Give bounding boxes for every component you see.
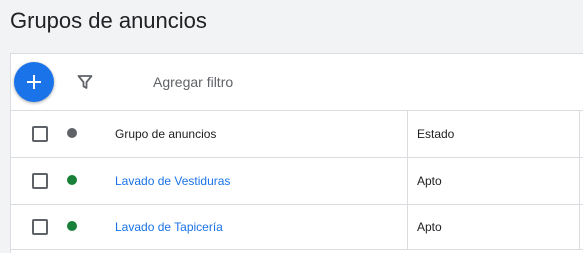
- ad-group-link[interactable]: Lavado de Tapicería: [115, 219, 223, 235]
- ad-group-status: Apto: [417, 220, 442, 234]
- status-ok-dot-icon: [67, 221, 77, 231]
- column-divider: [407, 158, 408, 204]
- status-ok-dot-icon: [67, 175, 77, 185]
- ad-group-status: Apto: [417, 174, 442, 188]
- ad-groups-card: Agregar filtro Grupo de anuncios Estado …: [10, 53, 583, 253]
- column-divider: [407, 205, 408, 249]
- column-header-status[interactable]: Estado: [417, 126, 454, 142]
- row-checkbox[interactable]: [32, 173, 48, 189]
- table-toolbar: Agregar filtro: [11, 54, 583, 111]
- select-all-checkbox[interactable]: [32, 126, 48, 142]
- column-header-ad-group[interactable]: Grupo de anuncios: [115, 126, 216, 142]
- column-divider: [579, 158, 580, 204]
- add-ad-group-button[interactable]: [14, 62, 54, 102]
- column-divider: [579, 205, 580, 249]
- plus-icon: [27, 75, 41, 89]
- add-filter-input[interactable]: Agregar filtro: [153, 73, 233, 91]
- row-checkbox[interactable]: [32, 219, 48, 235]
- table-row: Lavado de Vestiduras Apto: [11, 158, 583, 205]
- column-divider: [407, 111, 408, 157]
- table-header-row: Grupo de anuncios Estado: [11, 111, 583, 158]
- funnel-icon[interactable]: [76, 73, 94, 91]
- ad-group-link[interactable]: Lavado de Vestiduras: [115, 173, 230, 189]
- column-divider: [579, 111, 580, 157]
- status-header-dot-icon: [67, 128, 77, 138]
- table-row: Lavado de Tapicería Apto: [11, 205, 583, 250]
- page-title: Grupos de anuncios: [10, 8, 207, 33]
